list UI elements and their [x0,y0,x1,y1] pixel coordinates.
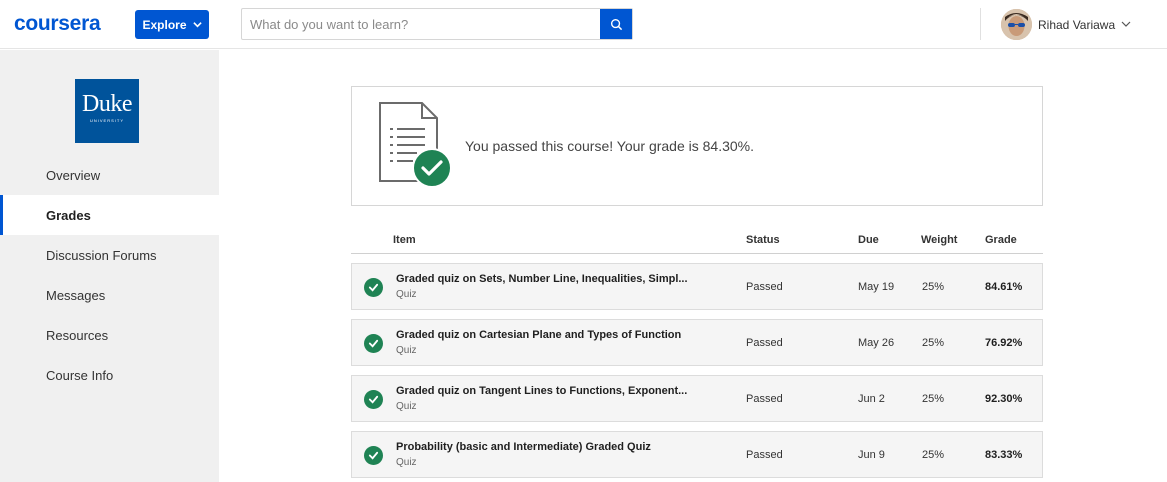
sidebar-item-messages[interactable]: Messages [0,275,219,315]
item-weight: 25% [922,449,945,461]
sidebar-nav: Overview Grades Discussion Forums Messag… [0,155,219,395]
item-due-date: Jun 2 [858,393,885,405]
item-type: Quiz [396,345,417,356]
table-row[interactable]: Graded quiz on Sets, Number Line, Inequa… [351,263,1043,310]
checkmark-icon [364,390,383,409]
item-grade: 83.33% [985,449,1023,461]
item-due-date: Jun 9 [858,449,885,461]
item-type: Quiz [396,289,417,300]
top-navigation-bar: coursera Explore Rihad Variawa [0,0,1167,49]
checkmark-icon [364,446,383,465]
column-header-item: Item [393,234,416,246]
explore-button-label: Explore [142,17,187,32]
logo-subtext: UNIVERSITY [89,118,124,123]
avatar[interactable] [1001,9,1032,40]
item-status: Passed [746,449,783,461]
item-weight: 25% [922,337,945,349]
table-row[interactable]: Graded quiz on Tangent Lines to Function… [351,375,1043,422]
item-weight: 25% [922,393,945,405]
checkmark-icon [364,334,383,353]
sidebar-item-discussion-forums[interactable]: Discussion Forums [0,235,219,275]
sidebar-item-course-info[interactable]: Course Info [0,355,219,395]
item-due-date: May 26 [858,337,895,349]
item-grade: 92.30% [985,393,1023,405]
search-bar [241,8,633,40]
item-status: Passed [746,337,783,349]
chevron-down-icon [192,22,202,28]
item-grade: 84.61% [985,281,1023,293]
item-type: Quiz [396,457,417,468]
coursera-logo[interactable]: coursera [14,12,101,36]
column-header-status: Status [746,234,780,246]
sidebar-item-grades[interactable]: Grades [0,195,219,235]
explore-button[interactable]: Explore [135,10,209,39]
item-grade: 76.92% [985,337,1023,349]
sidebar-item-resources[interactable]: Resources [0,315,219,355]
search-icon [610,18,622,30]
item-status: Passed [746,281,783,293]
search-button[interactable] [600,9,632,39]
item-title-link[interactable]: Graded quiz on Sets, Number Line, Inequa… [396,273,688,285]
item-weight: 25% [922,281,945,293]
item-title-link[interactable]: Probability (basic and Intermediate) Gra… [396,441,651,453]
grades-table-header: Item Status Due Weight Grade [351,226,1043,254]
column-header-due: Due [858,234,879,246]
header-divider [980,8,981,40]
document-check-icon [379,102,452,188]
column-header-weight: Weight [921,234,958,246]
course-sidebar: Duke UNIVERSITY Overview Grades Discussi… [0,50,219,482]
search-input[interactable] [242,9,600,39]
sidebar-item-overview[interactable]: Overview [0,155,219,195]
user-menu[interactable]: Rihad Variawa [1001,9,1131,40]
item-due-date: May 19 [858,281,895,293]
course-passed-message: You passed this course! Your grade is 84… [465,138,755,154]
item-type: Quiz [396,401,417,412]
chevron-down-icon [1121,16,1131,34]
item-title-link[interactable]: Graded quiz on Cartesian Plane and Types… [396,329,681,341]
item-status: Passed [746,393,783,405]
table-row[interactable]: Probability (basic and Intermediate) Gra… [351,431,1043,478]
checkmark-icon [364,278,383,297]
user-name: Rihad Variawa [1038,17,1116,32]
logo-text: Duke [82,91,132,117]
table-row[interactable]: Graded quiz on Cartesian Plane and Types… [351,319,1043,366]
course-passed-banner: You passed this course! Your grade is 84… [351,86,1043,206]
item-title-link[interactable]: Graded quiz on Tangent Lines to Function… [396,385,687,397]
duke-university-logo[interactable]: Duke UNIVERSITY [75,79,139,143]
column-header-grade: Grade [985,234,1017,246]
